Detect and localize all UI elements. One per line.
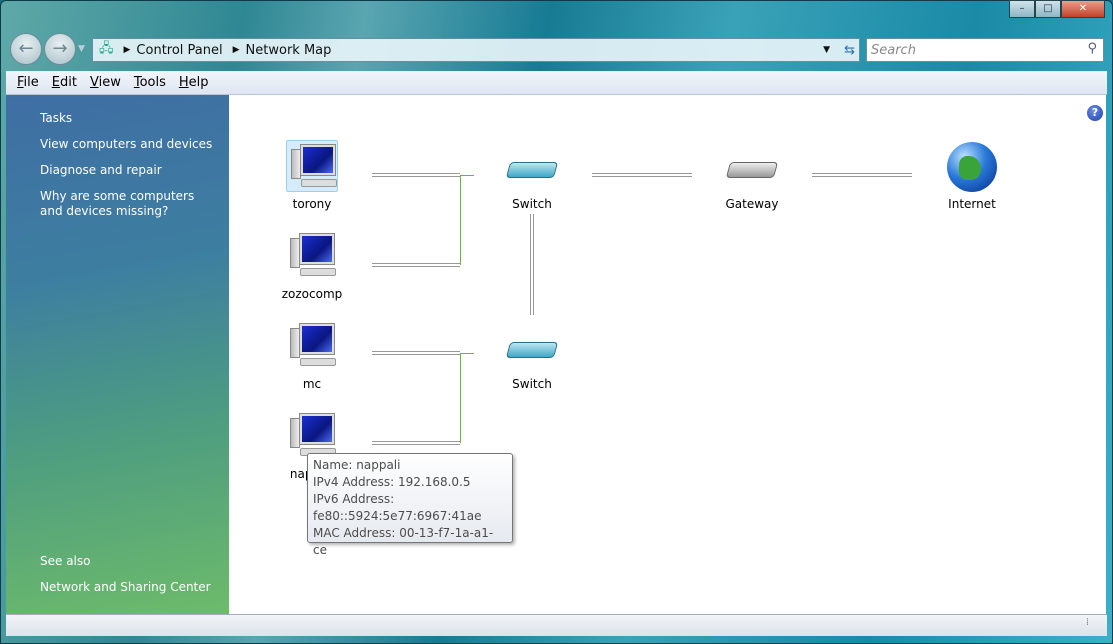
- breadcrumb-separator-icon: ▶: [232, 45, 240, 55]
- connection-line: [372, 351, 460, 355]
- breadcrumb-separator-icon: ▶: [123, 45, 131, 55]
- switch-icon[interactable]: [505, 336, 559, 362]
- task-pane: Tasks View computers and devices Diagnos…: [6, 95, 229, 614]
- close-button[interactable]: ✕: [1061, 0, 1105, 18]
- address-bar[interactable]: 🖧 ▶ Control Panel ▶ Network Map ▼ ⇆: [92, 38, 860, 62]
- link-view-computers[interactable]: View computers and devices: [40, 137, 215, 152]
- connection-line: [530, 214, 534, 315]
- connection-line: [812, 173, 912, 177]
- computer-icon[interactable]: [286, 320, 338, 372]
- breadcrumb-control-panel[interactable]: Control Panel: [136, 43, 222, 58]
- connection-line: [372, 263, 460, 267]
- switch-icon[interactable]: [505, 156, 559, 182]
- tasks-heading: Tasks: [40, 111, 73, 125]
- menu-tools[interactable]: Tools: [134, 75, 166, 90]
- tooltip-ipv6: fe80::5924:5e77:6967:41ae: [313, 509, 482, 523]
- tooltip-ipv4: IPv4 Address: 192.168.0.5: [313, 475, 471, 489]
- connection-line: [460, 353, 461, 443]
- see-also-heading: See also: [40, 554, 91, 568]
- connection-line: [460, 353, 474, 354]
- tooltip-mac: MAC Address: 00-13-f7-1a-a1-ce: [313, 526, 494, 557]
- address-dropdown-icon[interactable]: ▼: [823, 45, 830, 55]
- connection-line: [372, 173, 460, 177]
- connection-line: [460, 175, 461, 265]
- menu-edit[interactable]: Edit: [52, 75, 77, 90]
- menu-bar: File Edit View Tools Help: [6, 71, 1107, 95]
- connection-line: [372, 441, 460, 445]
- search-input[interactable]: Search ⚲: [866, 38, 1104, 62]
- resize-grip-icon[interactable]: ⁞: [1086, 617, 1089, 628]
- tooltip-name: Name: nappali: [313, 458, 401, 472]
- search-icon[interactable]: ⚲: [1087, 41, 1097, 56]
- menu-file[interactable]: File: [17, 75, 39, 90]
- forward-button[interactable]: →: [44, 33, 76, 65]
- connection-line: [592, 173, 692, 177]
- refresh-icon[interactable]: ⇆: [844, 43, 855, 58]
- internet-globe-icon[interactable]: [947, 142, 997, 192]
- connection-line: [460, 175, 474, 176]
- link-missing-devices[interactable]: Why are some computers and devices missi…: [40, 189, 215, 219]
- status-bar: ⁞: [6, 614, 1107, 636]
- breadcrumb-network-map[interactable]: Network Map: [246, 43, 332, 58]
- tooltip-ipv6-label: IPv6 Address:: [313, 492, 395, 506]
- computer-icon[interactable]: [286, 140, 338, 192]
- maximize-button[interactable]: □: [1035, 0, 1061, 18]
- network-icon: 🖧: [99, 41, 114, 56]
- help-icon[interactable]: ?: [1087, 105, 1103, 121]
- minimize-button[interactable]: –: [1009, 0, 1035, 18]
- device-tooltip: Name: nappali IPv4 Address: 192.168.0.5 …: [307, 453, 513, 557]
- link-diagnose-repair[interactable]: Diagnose and repair: [40, 163, 215, 178]
- window-controls: – □ ✕: [1009, 0, 1105, 18]
- computer-icon[interactable]: [286, 230, 338, 282]
- link-network-sharing-center[interactable]: Network and Sharing Center: [40, 580, 215, 595]
- back-button[interactable]: ←: [10, 33, 42, 65]
- menu-view[interactable]: View: [90, 75, 121, 90]
- recent-pages-dropdown[interactable]: ▼: [78, 44, 85, 54]
- menu-help[interactable]: Help: [179, 75, 209, 90]
- navigation-buttons: ← → ▼: [10, 33, 85, 65]
- gateway-icon[interactable]: [725, 156, 779, 182]
